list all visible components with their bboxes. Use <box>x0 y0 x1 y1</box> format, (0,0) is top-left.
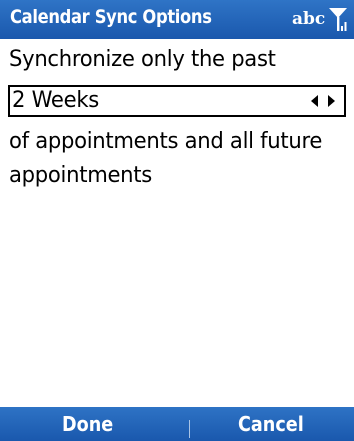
left-right-arrows-icon[interactable] <box>310 94 336 108</box>
page-title: Calendar Sync Options <box>10 6 212 28</box>
description-line: of appointments and all future <box>9 129 323 154</box>
description-line: appointments <box>9 163 152 188</box>
softkey-bar: Done Cancel <box>0 407 354 441</box>
sync-period-picker[interactable]: 2 Weeks <box>8 85 346 117</box>
sync-description: of appointments and all future appointme… <box>9 125 335 193</box>
done-button[interactable]: Done <box>62 412 113 436</box>
input-mode-indicator: abc <box>292 9 326 29</box>
title-bar: Calendar Sync Options abc <box>0 0 354 39</box>
sync-period-value: 2 Weeks <box>12 88 100 113</box>
softkey-divider <box>189 420 190 438</box>
signal-strength-icon <box>329 8 347 31</box>
cancel-button[interactable]: Cancel <box>238 412 304 436</box>
sync-prompt-label: Synchronize only the past <box>9 47 276 72</box>
screen: Calendar Sync Options abc Synchronize on… <box>0 0 354 441</box>
